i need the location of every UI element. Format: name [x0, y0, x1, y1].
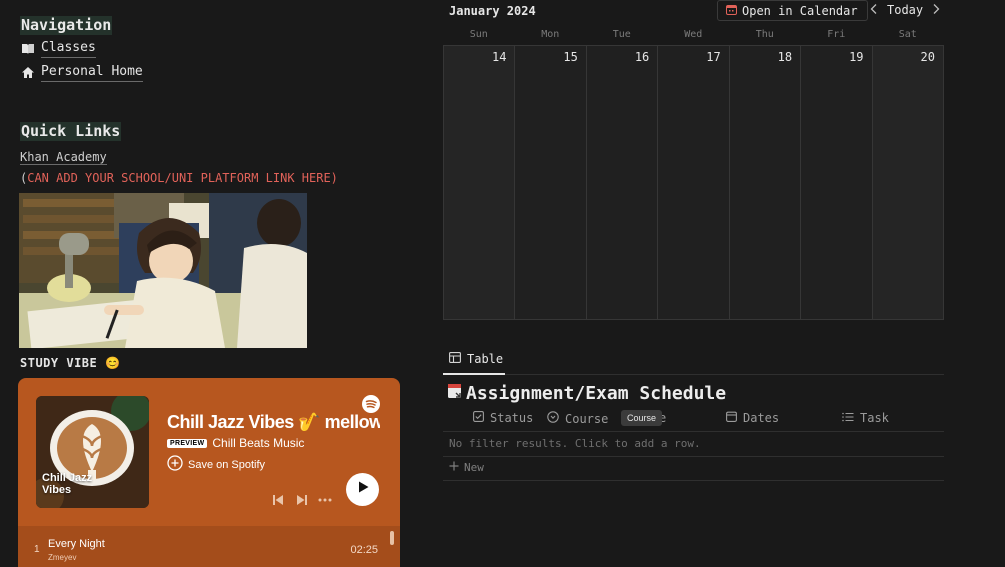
book-icon — [21, 42, 35, 56]
weekday-label: Sat — [898, 29, 917, 40]
next-track-icon[interactable] — [296, 494, 308, 506]
study-illustration — [19, 193, 307, 348]
scrollbar-thumb[interactable] — [390, 531, 394, 545]
chevron-right-icon[interactable] — [932, 3, 940, 18]
column-header-dates[interactable]: Dates — [726, 411, 779, 425]
footer-divider — [443, 480, 944, 481]
track-list[interactable]: 1 Every Night Zmeyev 02:25 — [18, 526, 400, 567]
select-circle-icon — [547, 411, 559, 426]
column-header-task[interactable]: Task — [842, 411, 889, 425]
track-duration: 02:25 — [350, 544, 378, 556]
column-header-status[interactable]: Status — [473, 411, 533, 425]
calendar-day-cell[interactable]: 19 — [801, 46, 873, 319]
playlist-artist[interactable]: Chill Beats Music — [212, 436, 304, 450]
today-button[interactable]: Today — [887, 3, 923, 17]
cover-label: Chill Jazz Vibes — [42, 472, 93, 496]
database-title-text: Assignment/Exam Schedule — [466, 383, 727, 404]
weekday-label: Tue — [612, 29, 631, 40]
day-number: 15 — [563, 50, 578, 64]
day-number: 14 — [491, 50, 507, 64]
calendar-page-icon — [447, 382, 463, 405]
new-row-button[interactable]: New — [449, 461, 484, 474]
play-button[interactable] — [346, 473, 379, 506]
weekday-label: Wed — [684, 29, 703, 40]
chevron-left-icon[interactable] — [870, 3, 878, 18]
weekday-label: Fri — [827, 29, 846, 40]
column-label: Task — [860, 411, 889, 425]
spotify-embed[interactable]: Chill Jazz Vibes Chill Jazz Vibes 🎷 mell… — [18, 378, 400, 567]
calendar-week-grid: 14 15 16 17 18 19 20 — [443, 45, 944, 320]
calendar-day-cell[interactable]: 18 — [729, 46, 802, 319]
weekday-label: Thu — [755, 29, 774, 40]
calendar-day-cell[interactable]: 17 — [658, 46, 730, 319]
quick-links-heading: Quick Links — [20, 122, 122, 141]
calendar-day-cell[interactable]: 20 — [872, 46, 943, 319]
play-icon — [356, 480, 370, 499]
row-divider — [443, 456, 944, 457]
weekday-label: Mon — [541, 29, 560, 40]
database-title[interactable]: Assignment/Exam Schedule — [447, 382, 726, 405]
weekday-header: Sun Mon Tue Wed Thu Fri Sat — [443, 29, 944, 40]
calendar-month: January 2024 — [449, 4, 536, 18]
calendar-day-cell[interactable]: 15 — [515, 46, 587, 319]
calendar-day-cell[interactable]: 16 — [586, 46, 659, 319]
more-options-icon[interactable] — [318, 498, 332, 502]
open-in-calendar-label: Open in Calendar — [742, 3, 858, 18]
list-icon — [842, 411, 854, 425]
house-icon — [21, 66, 35, 80]
track-artist: Zmeyev — [48, 553, 77, 562]
tab-table[interactable]: Table — [449, 352, 503, 366]
nav-link-classes[interactable]: Classes — [21, 39, 96, 58]
table-icon — [449, 352, 461, 366]
track-name: Every Night — [48, 538, 105, 550]
nav-link-label: Classes — [41, 39, 96, 58]
weekday-label: Sun — [469, 29, 488, 40]
playlist-title[interactable]: Chill Jazz Vibes 🎷 mellow ja — [167, 412, 380, 433]
calendar-day-cell[interactable]: 14 — [444, 46, 516, 319]
day-number: 20 — [920, 50, 935, 64]
track-number: 1 — [34, 544, 40, 555]
column-tooltip: Course — [621, 410, 663, 426]
tab-divider — [443, 374, 944, 375]
preview-badge: PREVIEW — [167, 438, 208, 448]
custom-platform-link-text: CAN ADD YOUR SCHOOL/UNI PLATFORM LINK HE… — [27, 171, 338, 185]
khan-academy-link[interactable]: Khan Academy — [20, 150, 107, 165]
empty-state-message[interactable]: No filter results. Click to add a row. — [449, 437, 701, 450]
study-vibe-heading: STUDY VIBE 😊 — [20, 356, 121, 370]
tab-label: Table — [467, 352, 504, 366]
open-in-calendar-button[interactable]: Open in Calendar — [717, 0, 868, 21]
day-number: 17 — [706, 50, 721, 64]
nav-link-personal-home[interactable]: Personal Home — [21, 63, 143, 82]
checkbox-icon — [473, 411, 484, 425]
column-header-course[interactable]: Course — [547, 411, 608, 426]
new-row-label: New — [464, 461, 484, 474]
day-number: 16 — [634, 50, 650, 64]
previous-track-icon[interactable] — [272, 494, 284, 506]
save-on-spotify-button[interactable]: Save on Spotify — [167, 455, 265, 474]
day-number: 19 — [849, 50, 864, 64]
day-number: 18 — [777, 50, 793, 64]
custom-platform-link[interactable]: (CAN ADD YOUR SCHOOL/UNI PLATFORM LINK H… — [20, 170, 338, 186]
column-label: Course — [565, 411, 609, 426]
save-label: Save on Spotify — [188, 458, 266, 471]
column-label: Status — [490, 411, 534, 425]
nav-link-label: Personal Home — [41, 63, 143, 82]
active-tab-indicator — [443, 373, 505, 375]
plus-circle-icon — [167, 455, 183, 474]
column-label: Dates — [743, 411, 780, 425]
calendar-small-icon — [726, 411, 737, 425]
navigation-heading: Navigation — [20, 16, 113, 35]
album-cover: Chill Jazz Vibes — [36, 396, 149, 508]
calendar-icon — [726, 4, 737, 18]
plus-icon — [449, 461, 459, 474]
header-divider — [443, 431, 944, 432]
